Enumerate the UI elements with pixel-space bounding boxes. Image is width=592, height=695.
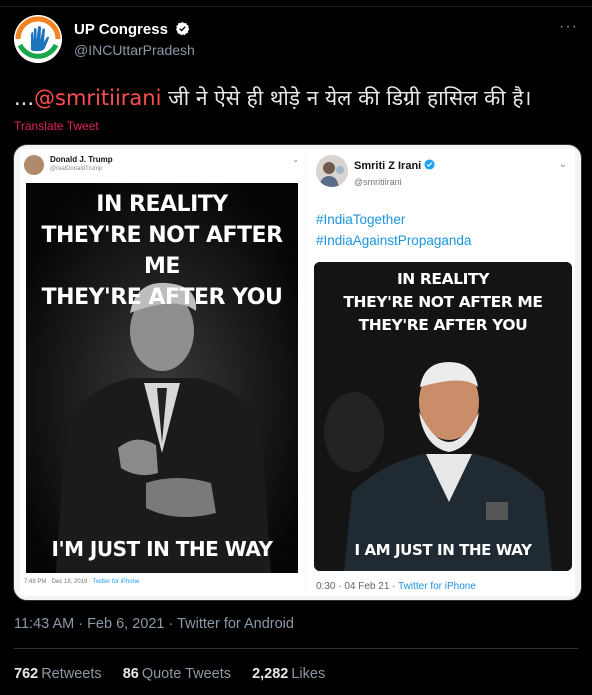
quote-tweets-count: 86 <box>122 666 139 682</box>
quote-tweets-stat[interactable]: 86 Quote Tweets <box>123 666 231 682</box>
meme-line: THEY'RE NOT AFTER ME <box>343 293 543 311</box>
divider <box>14 648 578 649</box>
tweet-media-image[interactable]: Donald J. Trump @realDonaldTrump ⌄ IN RE… <box>13 144 582 601</box>
embedded-source: Twitter for iPhone <box>398 581 476 592</box>
meme-line: THEY'RE AFTER YOU <box>358 316 528 334</box>
embedded-source: Twitter for iPhone <box>92 579 140 585</box>
meme-line: THEY'RE AFTER YOU <box>41 285 283 310</box>
top-border <box>0 0 592 7</box>
meme-image-modi: IN REALITY THEY'RE NOT AFTER ME THEY'RE … <box>314 262 572 571</box>
irani-avatar <box>316 155 348 187</box>
author-handle[interactable]: @INCUttarPradesh <box>74 42 195 58</box>
verified-badge-icon <box>176 21 190 36</box>
meme-line: THEY'RE NOT AFTER ME <box>41 223 283 279</box>
verified-badge-icon <box>424 159 435 170</box>
meme-bottom-caption: I'M JUST IN THE WAY <box>51 537 273 561</box>
embedded-tweet-irani: Smriti Z Irani @smritiirani ⌄ #IndiaToge… <box>306 149 575 596</box>
more-horizontal-icon[interactable]: ··· <box>559 18 578 36</box>
author-name[interactable]: UP Congress <box>74 21 190 38</box>
translate-tweet-link[interactable]: Translate Tweet <box>14 119 99 133</box>
retweets-stat[interactable]: 762 Retweets <box>14 666 102 682</box>
tweet-text: ...@smritiirani जी ने ऐसे ही थोड़े न येल… <box>14 84 531 112</box>
tweet-timestamp[interactable]: 11:43 AM · Feb 6, 2021 · Twitter for And… <box>14 616 294 632</box>
embedded-tweet-footer: 7:49 PM · Dec 18, 2019 · Twitter for iPh… <box>24 579 139 585</box>
tweet-text-prefix: ... <box>14 86 35 110</box>
embedded-author-name: Donald J. Trump <box>50 155 113 164</box>
likes-stat[interactable]: 2,282 Likes <box>252 666 325 682</box>
meme-bottom-caption: I AM JUST IN THE WAY <box>354 541 532 559</box>
embedded-author-name-text: Smriti Z Irani <box>354 160 422 172</box>
mention-link[interactable]: @smritiirani <box>34 86 161 110</box>
likes-label: Likes <box>291 666 326 682</box>
tweet-text-body: जी ने ऐसे ही थोड़े न येल की डिग्री हासिल… <box>161 86 532 110</box>
likes-count: 2,282 <box>252 666 289 682</box>
chevron-down-icon: ⌄ <box>558 159 567 170</box>
retweets-label: Retweets <box>41 666 102 682</box>
embedded-timestamp: 0:30 · 04 Feb 21 · <box>316 581 399 592</box>
person-icon <box>316 155 348 187</box>
embedded-tweet-footer: 0:30 · 04 Feb 21 · Twitter for iPhone <box>316 581 476 592</box>
chevron-down-icon: ⌄ <box>292 155 299 164</box>
meme-line: IN REALITY <box>96 192 228 217</box>
meme-top-caption: IN REALITY THEY'RE NOT AFTER ME THEY'RE … <box>26 189 298 313</box>
hashtag: #IndiaAgainstPropaganda <box>316 233 472 248</box>
avatar[interactable] <box>14 15 62 63</box>
embedded-tweet-trump: Donald J. Trump @realDonaldTrump ⌄ IN RE… <box>20 149 305 596</box>
embedded-timestamp: 7:49 PM · Dec 18, 2019 · <box>24 579 93 585</box>
meme-image-trump: IN REALITY THEY'RE NOT AFTER ME THEY'RE … <box>26 183 298 573</box>
hashtag: #IndiaTogether <box>316 212 406 227</box>
author-name-text: UP Congress <box>74 21 168 38</box>
retweets-count: 762 <box>14 666 39 682</box>
tweet-stats: 762 Retweets 86 Quote Tweets 2,282 Likes <box>14 666 342 682</box>
embedded-hashtags: #IndiaTogether #IndiaAgainstPropaganda <box>316 209 471 251</box>
meme-top-caption: IN REALITY THEY'RE NOT AFTER ME THEY'RE … <box>314 268 572 337</box>
embedded-author-handle: @smritiirani <box>354 177 402 187</box>
meme-line: IN REALITY <box>396 270 490 288</box>
trump-avatar <box>24 155 44 175</box>
embedded-author-name: Smriti Z Irani <box>354 159 435 172</box>
congress-logo-icon <box>14 15 62 63</box>
quote-tweets-label: Quote Tweets <box>141 666 232 682</box>
embedded-author-handle: @realDonaldTrump <box>50 166 103 172</box>
